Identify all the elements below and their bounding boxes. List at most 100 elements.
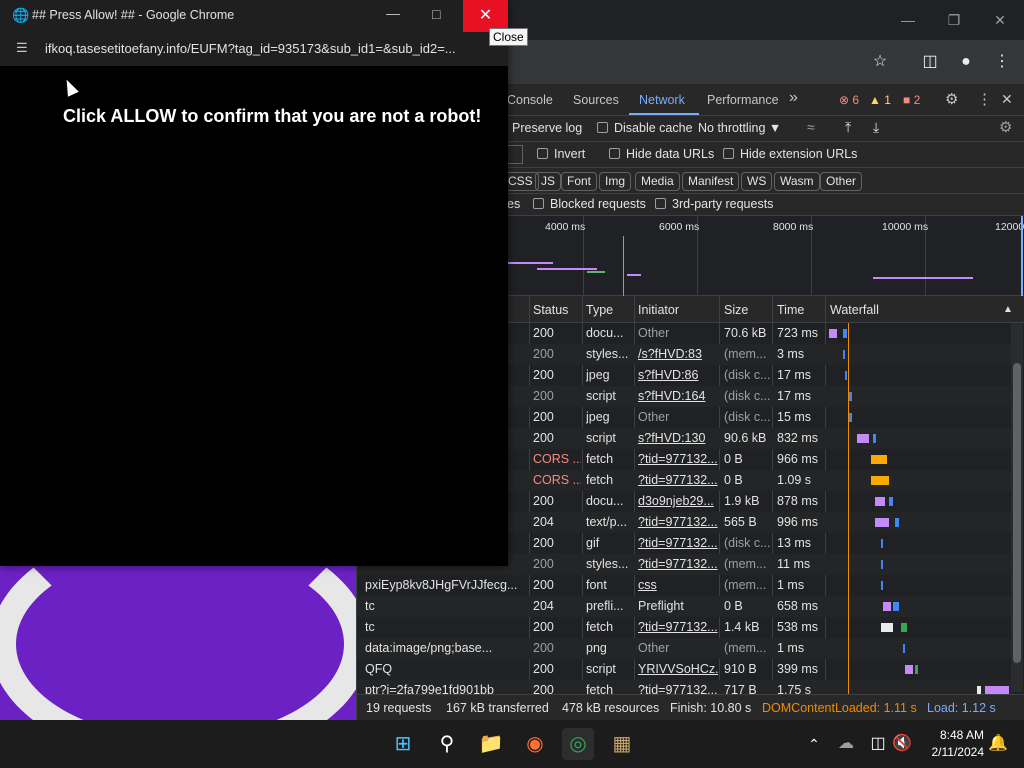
cloud-icon[interactable]: ☁ bbox=[830, 728, 862, 760]
more-tabs-icon[interactable]: » bbox=[789, 89, 798, 107]
table-row[interactable]: tc 200 fetch ?tid=977132... 1.4 kB 538 ms bbox=[357, 617, 1013, 638]
close-devtools-icon[interactable]: ✕ bbox=[1001, 91, 1013, 108]
row-type: docu... bbox=[586, 494, 624, 508]
site-info-icon[interactable]: ☰ bbox=[16, 40, 28, 56]
restore-icon[interactable]: ❐ bbox=[942, 8, 966, 32]
row-initiator[interactable]: ?tid=977132... bbox=[638, 536, 718, 550]
preserve-log-label[interactable]: Preserve log bbox=[512, 121, 582, 135]
disable-cache-box[interactable] bbox=[597, 122, 608, 133]
disable-cache-checkbox[interactable]: Disable cache bbox=[597, 121, 693, 135]
network-settings-icon[interactable]: ⚙ bbox=[999, 118, 1012, 136]
table-scrollbar[interactable] bbox=[1011, 323, 1023, 692]
tab-console[interactable]: Console bbox=[507, 93, 553, 107]
row-initiator[interactable]: ?tid=977132... bbox=[638, 515, 718, 529]
clock-date[interactable]: 2/11/2024 bbox=[916, 745, 985, 759]
hide-data-urls-box[interactable] bbox=[609, 148, 620, 159]
notification-bell-icon[interactable]: 🔔 bbox=[982, 728, 1014, 760]
hide-extension-urls-box[interactable] bbox=[723, 148, 734, 159]
blocked-requests-box[interactable] bbox=[533, 198, 544, 209]
close-window-icon[interactable]: ✕ bbox=[988, 8, 1012, 32]
table-row[interactable]: tc 204 prefli... Preflight 0 B 658 ms bbox=[357, 596, 1013, 617]
dom-content-loaded: DOMContentLoaded: 1.11 s bbox=[762, 701, 917, 715]
warning-badge[interactable]: ▲ 1 bbox=[869, 93, 891, 107]
waterfall-bar bbox=[871, 455, 887, 464]
row-time: 658 ms bbox=[777, 599, 818, 613]
row-time: 1 ms bbox=[777, 578, 805, 592]
popup-minimize-icon[interactable]: — bbox=[386, 5, 400, 21]
popup-url[interactable]: ifkoq.tasesetitoefany.info/EUFM?tag_id=9… bbox=[45, 41, 456, 56]
error-badge[interactable]: ⊗ 6 bbox=[839, 93, 859, 107]
filter-img[interactable]: Img bbox=[599, 172, 632, 191]
volume-icon[interactable]: 🔇 bbox=[886, 728, 918, 760]
waterfall-bar bbox=[875, 518, 889, 527]
third-party-box[interactable] bbox=[655, 198, 666, 209]
devtools-menu-icon[interactable]: ⋮ bbox=[977, 90, 992, 108]
tab-network[interactable]: Network bbox=[639, 93, 685, 107]
side-panel-icon[interactable]: ◫ bbox=[918, 50, 942, 74]
firefox-icon[interactable]: ◉ bbox=[519, 728, 551, 760]
issues-badge[interactable]: ■ 2 bbox=[903, 93, 920, 107]
hide-data-urls-checkbox[interactable]: Hide data URLs bbox=[609, 147, 714, 161]
filter-wasm[interactable]: Wasm bbox=[774, 172, 820, 191]
row-initiator[interactable]: ?tid=977132... bbox=[638, 557, 718, 571]
invert-checkbox[interactable]: Invert bbox=[537, 147, 585, 161]
table-row[interactable]: pxiEyp8kv8JHgFVrJJfecg... 200 font css (mem.… bbox=[357, 575, 1013, 596]
bookmark-star-icon[interactable]: ☆ bbox=[868, 50, 892, 74]
row-initiator[interactable]: YRIVVSoHCz... bbox=[638, 662, 718, 676]
row-initiator[interactable]: s?fHVD:86 bbox=[638, 368, 718, 382]
throttling-value: No throttling bbox=[698, 121, 766, 135]
throttling-select[interactable]: No throttling ▼ bbox=[698, 121, 781, 135]
column-status[interactable]: Status bbox=[533, 303, 568, 317]
row-initiator[interactable]: ?tid=977132... bbox=[638, 620, 718, 634]
filter-media[interactable]: Media bbox=[635, 172, 680, 191]
row-initiator[interactable]: /s?fHVD:83 bbox=[638, 347, 718, 361]
filter-ws[interactable]: WS bbox=[741, 172, 773, 191]
filter-other[interactable]: Other bbox=[820, 172, 863, 191]
profile-icon[interactable]: ● bbox=[954, 50, 978, 74]
filter-css[interactable]: CSS bbox=[503, 172, 539, 191]
search-icon[interactable]: ⚲ bbox=[431, 728, 463, 760]
import-har-icon[interactable]: ⤒ bbox=[845, 119, 851, 136]
filter-font[interactable]: Font bbox=[561, 172, 598, 191]
column-waterfall[interactable]: Waterfall bbox=[830, 303, 879, 317]
settings-gear-icon[interactable]: ⚙ bbox=[945, 90, 958, 108]
export-har-icon[interactable]: ⤓ bbox=[873, 119, 879, 136]
column-time[interactable]: Time bbox=[777, 303, 804, 317]
row-initiator[interactable]: ?tid=977132... bbox=[638, 473, 718, 487]
column-type[interactable]: Type bbox=[586, 303, 613, 317]
blocked-requests-checkbox[interactable]: Blocked requests bbox=[533, 197, 646, 211]
row-size: (mem... bbox=[724, 557, 767, 571]
close-icon: ✕ bbox=[478, 7, 493, 24]
hide-extension-urls-checkbox[interactable]: Hide extension URLs bbox=[723, 147, 857, 161]
chrome-icon[interactable]: ◎ bbox=[562, 728, 594, 760]
robot-confirm-message: Click ALLOW to confirm that you are not … bbox=[63, 106, 482, 126]
column-size[interactable]: Size bbox=[724, 303, 748, 317]
row-initiator[interactable]: css bbox=[638, 578, 718, 592]
show-hidden-icons-icon[interactable]: ⌃ bbox=[798, 728, 830, 760]
row-initiator[interactable]: s?fHVD:164 bbox=[638, 389, 718, 403]
windows-start-icon[interactable]: ⊞ bbox=[387, 728, 419, 760]
minimize-icon[interactable]: — bbox=[896, 8, 920, 32]
column-initiator[interactable]: Initiator bbox=[638, 303, 679, 317]
network-conditions-icon[interactable]: ≈ bbox=[807, 119, 815, 135]
tab-performance[interactable]: Performance bbox=[707, 93, 779, 107]
row-type: jpeg bbox=[586, 410, 610, 424]
row-initiator[interactable]: d3o9njeb29... bbox=[638, 494, 718, 508]
filter-manifest[interactable]: Manifest bbox=[682, 172, 740, 191]
scrollbar-thumb[interactable] bbox=[1013, 363, 1021, 663]
invert-box[interactable] bbox=[537, 148, 548, 159]
sort-arrow-icon[interactable]: ▲ bbox=[1003, 304, 1013, 315]
clock-time[interactable]: 8:48 AM bbox=[916, 728, 984, 742]
popup-maximize-icon[interactable]: □ bbox=[432, 6, 440, 22]
table-row[interactable]: QFQ 200 script YRIVVSoHCz... 910 B 399 ms bbox=[357, 659, 1013, 680]
third-party-checkbox[interactable]: 3rd-party requests bbox=[655, 197, 773, 211]
row-initiator[interactable]: s?fHVD:130 bbox=[638, 431, 718, 445]
filter-js[interactable]: JS bbox=[535, 172, 562, 191]
popup-title-bar[interactable]: 🌐 ## Press Allow! ## - Google Chrome — □… bbox=[0, 0, 508, 32]
table-row[interactable]: data:image/png;base... 200 png Other (mem...… bbox=[357, 638, 1013, 659]
file-explorer-icon[interactable]: 📁 bbox=[475, 728, 507, 760]
row-initiator[interactable]: ?tid=977132... bbox=[638, 452, 718, 466]
app-icon[interactable]: ▦ bbox=[606, 728, 638, 760]
tab-sources[interactable]: Sources bbox=[573, 93, 619, 107]
more-menu-icon[interactable]: ⋮ bbox=[990, 50, 1014, 74]
